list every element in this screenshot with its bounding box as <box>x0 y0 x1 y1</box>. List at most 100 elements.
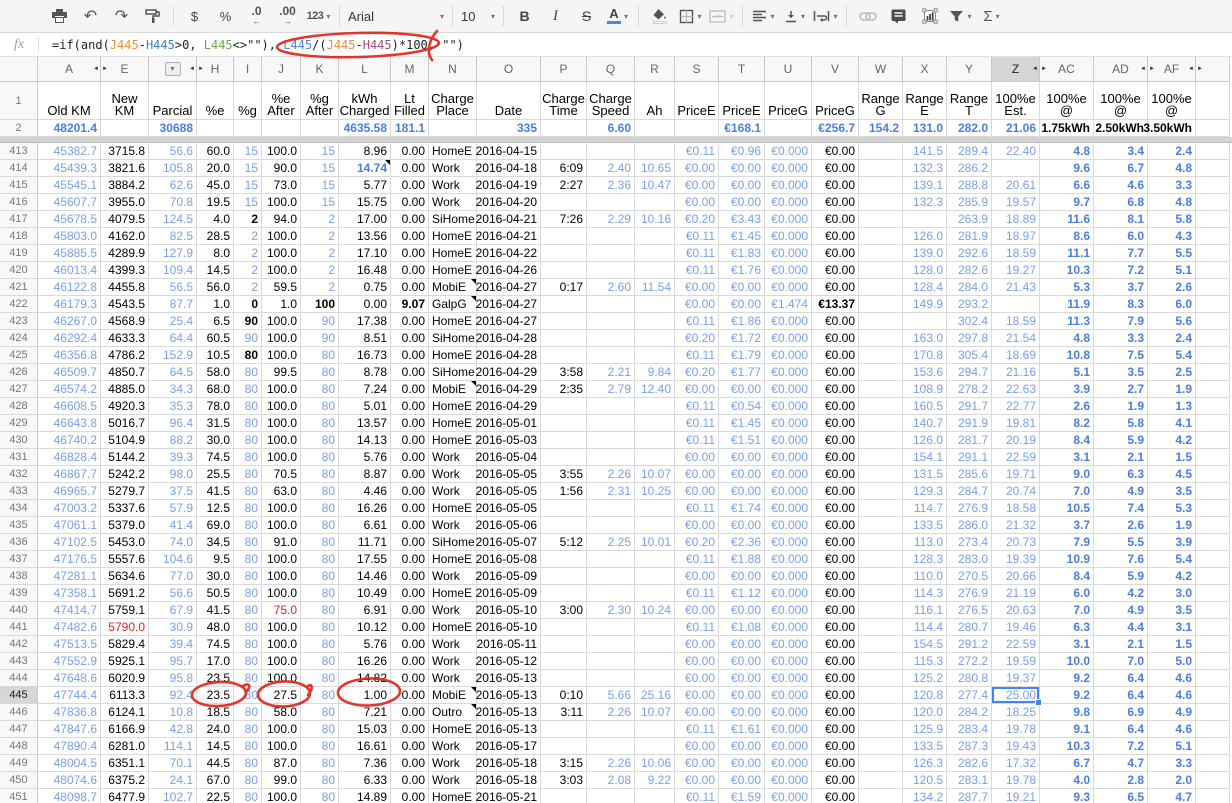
cell-I433[interactable]: 80 <box>234 483 262 500</box>
cell-AD422[interactable]: 8.3 <box>1094 296 1148 313</box>
cell-O448[interactable]: 2016-05-17 <box>477 738 541 755</box>
cell-W449[interactable] <box>859 755 903 772</box>
column-header-Q[interactable]: Q <box>587 57 635 82</box>
cell-M446[interactable]: 0.00 <box>391 704 429 721</box>
cell-E423[interactable]: 4568.9 <box>101 313 149 330</box>
cell-P413[interactable] <box>541 143 587 160</box>
cell-M444[interactable]: 0.00 <box>391 670 429 687</box>
cell-M445[interactable]: 0.00 <box>391 687 429 704</box>
cell-K438[interactable]: 80 <box>301 568 339 585</box>
cell-P432[interactable]: 98.0 <box>149 466 197 483</box>
cell-T448[interactable]: €0.00 <box>719 738 765 755</box>
cell-X445[interactable]: 120.8 <box>903 687 947 704</box>
field-title-100%e @[interactable]: 100%e @ <box>1040 82 1094 120</box>
cell-A449[interactable]: 48004.5 <box>38 755 101 772</box>
cell-P442[interactable] <box>541 636 587 653</box>
cell-N429[interactable]: HomeE <box>429 415 477 432</box>
column-header-A[interactable]: A◄ <box>38 57 101 82</box>
cell-A427[interactable]: 46574.2 <box>38 381 101 398</box>
total-cell-X[interactable]: 131.0 <box>903 120 947 137</box>
cell-O444[interactable]: 2016-05-13 <box>477 670 541 687</box>
cell-P443[interactable]: 95.7 <box>149 653 197 670</box>
row-header-441[interactable]: 441 <box>0 619 38 636</box>
cell-J438[interactable]: 100.0 <box>262 568 301 585</box>
cell-S428[interactable]: €0.11 <box>675 398 719 415</box>
row-header-432[interactable]: 432 <box>0 466 38 483</box>
cell-AC427[interactable]: 3.9 <box>1040 381 1094 398</box>
row-header-450[interactable]: 450 <box>0 772 38 789</box>
cell-S433[interactable]: €0.00 <box>675 483 719 500</box>
cell-S434[interactable]: €0.11 <box>675 500 719 517</box>
cell-K423[interactable]: 90 <box>301 313 339 330</box>
cell-stub-427[interactable] <box>1196 381 1230 398</box>
cell-AD447[interactable]: 6.4 <box>1094 721 1148 738</box>
cell-J446[interactable]: 58.0 <box>262 704 301 721</box>
cell-P445[interactable]: 92.4 <box>149 687 197 704</box>
cell-I444[interactable]: 80 <box>234 670 262 687</box>
cell-X450[interactable]: 120.5 <box>903 772 947 789</box>
cell-L431[interactable]: 5.76 <box>339 449 391 466</box>
cell-AF442[interactable]: 1.5 <box>1148 636 1196 653</box>
cell-I434[interactable]: 80 <box>234 500 262 517</box>
cell-X440[interactable]: 116.1 <box>903 602 947 619</box>
cell-T413[interactable]: €0.96 <box>719 143 765 160</box>
field-title-New KM[interactable]: New KM <box>101 82 149 120</box>
cell-M438[interactable]: 0.00 <box>391 568 429 585</box>
cell-U432[interactable]: €0.000 <box>765 466 812 483</box>
row-header-423[interactable]: 423 <box>0 313 38 330</box>
cell-AC420[interactable]: 10.3 <box>1040 262 1094 279</box>
cell-M421[interactable]: 0.00 <box>391 279 429 296</box>
row-header-426[interactable]: 426 <box>0 364 38 381</box>
cell-V434[interactable]: €0.00 <box>812 500 859 517</box>
cell-J425[interactable]: 100.0 <box>262 347 301 364</box>
cell-I428[interactable]: 80 <box>234 398 262 415</box>
cell-AF417[interactable]: 5.8 <box>1148 211 1196 228</box>
cell-W451[interactable] <box>859 789 903 803</box>
cell-O434[interactable]: 2016-05-05 <box>477 500 541 517</box>
cell-P413[interactable]: 56.6 <box>149 143 197 160</box>
text-wrap-button[interactable]: ▾ <box>810 4 841 28</box>
cell-stub-435[interactable] <box>1196 517 1230 534</box>
cell-L447[interactable]: 15.03 <box>339 721 391 738</box>
cell-stub-440[interactable] <box>1196 602 1230 619</box>
cell-J428[interactable]: 100.0 <box>262 398 301 415</box>
cell-Q429[interactable] <box>587 415 635 432</box>
cell-X430[interactable]: 126.0 <box>903 432 947 449</box>
cell-E429[interactable]: 5016.7 <box>101 415 149 432</box>
field-title-Charge Place[interactable]: Charge Place <box>429 82 477 120</box>
cell-AF434[interactable]: 5.3 <box>1148 500 1196 517</box>
cell-V425[interactable]: €0.00 <box>812 347 859 364</box>
cell-X447[interactable]: 125.9 <box>903 721 947 738</box>
cell-N437[interactable]: HomeE <box>429 551 477 568</box>
cell-R448[interactable] <box>635 738 675 755</box>
cell-M447[interactable]: 0.00 <box>391 721 429 738</box>
cell-P427[interactable]: 2:35 <box>541 381 587 398</box>
cell-R438[interactable] <box>635 568 675 585</box>
cell-I442[interactable]: 80 <box>234 636 262 653</box>
cell-H450[interactable]: 67.0 <box>197 772 234 789</box>
cell-Z431[interactable]: 22.59 <box>992 449 1040 466</box>
cell-N444[interactable]: Work <box>429 670 477 687</box>
cell-K415[interactable]: 15 <box>301 177 339 194</box>
row-header-439[interactable]: 439 <box>0 585 38 602</box>
cell-V446[interactable]: €0.00 <box>812 704 859 721</box>
cell-L439[interactable]: 10.49 <box>339 585 391 602</box>
cell-M417[interactable]: 0.00 <box>391 211 429 228</box>
cell-J420[interactable]: 100.0 <box>262 262 301 279</box>
cell-Z422[interactable] <box>992 296 1040 313</box>
cell-Y426[interactable]: 294.7 <box>947 364 992 381</box>
cell-AC419[interactable]: 11.1 <box>1040 245 1094 262</box>
cell-Q428[interactable] <box>587 398 635 415</box>
cell-N435[interactable]: Work <box>429 517 477 534</box>
cell-T434[interactable]: €1.74 <box>719 500 765 517</box>
cell-U419[interactable]: €0.000 <box>765 245 812 262</box>
cell-AC416[interactable]: 9.7 <box>1040 194 1094 211</box>
cell-A418[interactable]: 45803.0 <box>38 228 101 245</box>
cell-S436[interactable]: €0.20 <box>675 534 719 551</box>
field-title-Old KM[interactable]: Old KM <box>38 82 101 120</box>
cell-stub-446[interactable] <box>1196 704 1230 721</box>
cell-L413[interactable]: 8.96 <box>339 143 391 160</box>
cell-I417[interactable]: 2 <box>234 211 262 228</box>
column-header-X[interactable]: X <box>903 57 947 82</box>
cell-X443[interactable]: 115.3 <box>903 653 947 670</box>
